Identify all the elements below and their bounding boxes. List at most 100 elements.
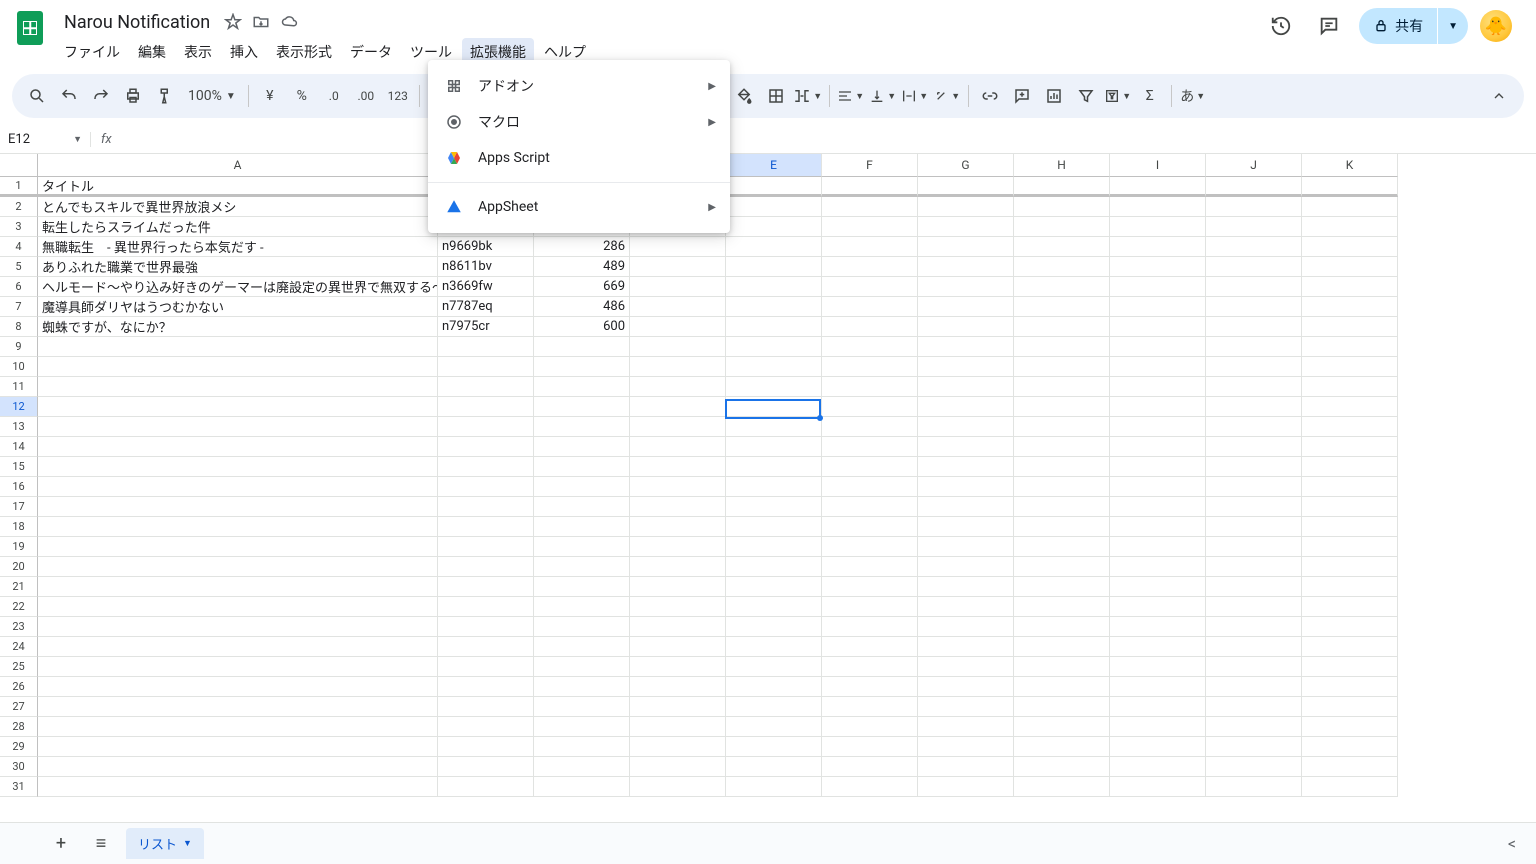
cell[interactable]: [726, 177, 822, 197]
menu-表示[interactable]: 表示: [176, 38, 220, 66]
cell[interactable]: [38, 537, 438, 557]
row-header[interactable]: 16: [0, 477, 38, 497]
cell[interactable]: [438, 657, 534, 677]
cell[interactable]: 魔導具師ダリヤはうつむかない: [38, 297, 438, 317]
cell[interactable]: n9669bk: [438, 237, 534, 257]
cell[interactable]: [726, 617, 822, 637]
cell[interactable]: [534, 637, 630, 657]
cell[interactable]: [918, 577, 1014, 597]
cell[interactable]: [1110, 237, 1206, 257]
cell[interactable]: [1110, 517, 1206, 537]
cell[interactable]: [1302, 477, 1398, 497]
cell[interactable]: [918, 397, 1014, 417]
cell[interactable]: [630, 237, 726, 257]
currency-yen-icon[interactable]: ¥: [255, 81, 285, 111]
cell[interactable]: [1110, 357, 1206, 377]
cell[interactable]: [38, 357, 438, 377]
cell[interactable]: [1110, 537, 1206, 557]
cell[interactable]: [1014, 517, 1110, 537]
row-header[interactable]: 2: [0, 197, 38, 217]
cell[interactable]: タイトル: [38, 177, 438, 197]
cell[interactable]: [726, 237, 822, 257]
cell[interactable]: [822, 517, 918, 537]
cell[interactable]: [38, 517, 438, 537]
filter-icon[interactable]: [1071, 81, 1101, 111]
borders-icon[interactable]: [761, 81, 791, 111]
menu-データ[interactable]: データ: [342, 38, 400, 66]
cell[interactable]: [1110, 657, 1206, 677]
cell[interactable]: [630, 557, 726, 577]
cell[interactable]: [1014, 397, 1110, 417]
cell[interactable]: [1302, 657, 1398, 677]
cell[interactable]: [38, 717, 438, 737]
cell[interactable]: [822, 617, 918, 637]
cell[interactable]: [438, 457, 534, 477]
row-header[interactable]: 19: [0, 537, 38, 557]
cell[interactable]: [822, 197, 918, 217]
row-header[interactable]: 3: [0, 217, 38, 237]
cell[interactable]: [630, 717, 726, 737]
cell[interactable]: [1110, 397, 1206, 417]
cell[interactable]: [438, 437, 534, 457]
cell[interactable]: [726, 657, 822, 677]
cell[interactable]: [438, 617, 534, 637]
filter-views-icon[interactable]: ▼: [1103, 81, 1133, 111]
cell[interactable]: [918, 197, 1014, 217]
cell[interactable]: [534, 497, 630, 517]
menu-item-マクロ[interactable]: マクロ▶: [428, 104, 730, 140]
sheets-logo[interactable]: [10, 8, 50, 48]
cell[interactable]: [1110, 497, 1206, 517]
cell[interactable]: [630, 517, 726, 537]
cell[interactable]: [822, 217, 918, 237]
row-header[interactable]: 31: [0, 777, 38, 797]
cell[interactable]: [1206, 577, 1302, 597]
cell[interactable]: [822, 537, 918, 557]
row-header[interactable]: 28: [0, 717, 38, 737]
cell[interactable]: [726, 337, 822, 357]
text-wrap-icon[interactable]: ▼: [900, 81, 930, 111]
cell[interactable]: [726, 777, 822, 797]
cell[interactable]: [822, 177, 918, 197]
cell[interactable]: 489: [534, 257, 630, 277]
cell[interactable]: [1014, 337, 1110, 357]
cell[interactable]: [630, 437, 726, 457]
cell[interactable]: [822, 777, 918, 797]
row-header[interactable]: 14: [0, 437, 38, 457]
cell[interactable]: [438, 337, 534, 357]
cell[interactable]: [438, 357, 534, 377]
cell[interactable]: [1302, 177, 1398, 197]
cell[interactable]: [1014, 177, 1110, 197]
cell[interactable]: [1302, 237, 1398, 257]
cell[interactable]: [1014, 317, 1110, 337]
cell[interactable]: [822, 677, 918, 697]
cell[interactable]: [534, 517, 630, 537]
cell[interactable]: [534, 697, 630, 717]
row-header[interactable]: 7: [0, 297, 38, 317]
cell[interactable]: [1110, 577, 1206, 597]
cell[interactable]: [1302, 497, 1398, 517]
cell[interactable]: [726, 417, 822, 437]
cell[interactable]: [726, 697, 822, 717]
cell[interactable]: [726, 317, 822, 337]
cell[interactable]: [1110, 617, 1206, 637]
row-header[interactable]: 11: [0, 377, 38, 397]
cell[interactable]: [822, 417, 918, 437]
cell[interactable]: [1206, 637, 1302, 657]
cell[interactable]: [918, 417, 1014, 437]
cell[interactable]: [918, 357, 1014, 377]
cell[interactable]: [630, 537, 726, 557]
cell[interactable]: [1206, 497, 1302, 517]
cell[interactable]: [38, 397, 438, 417]
cell[interactable]: [534, 757, 630, 777]
cell[interactable]: [918, 677, 1014, 697]
cell[interactable]: [1302, 617, 1398, 637]
cell[interactable]: [1110, 597, 1206, 617]
cell[interactable]: [534, 417, 630, 437]
sheet-tab[interactable]: リスト▼: [126, 828, 204, 859]
cell[interactable]: [1302, 257, 1398, 277]
cell[interactable]: [1014, 237, 1110, 257]
share-dropdown[interactable]: ▼: [1438, 8, 1468, 44]
cell[interactable]: [822, 277, 918, 297]
cell[interactable]: [438, 777, 534, 797]
cell[interactable]: [534, 777, 630, 797]
